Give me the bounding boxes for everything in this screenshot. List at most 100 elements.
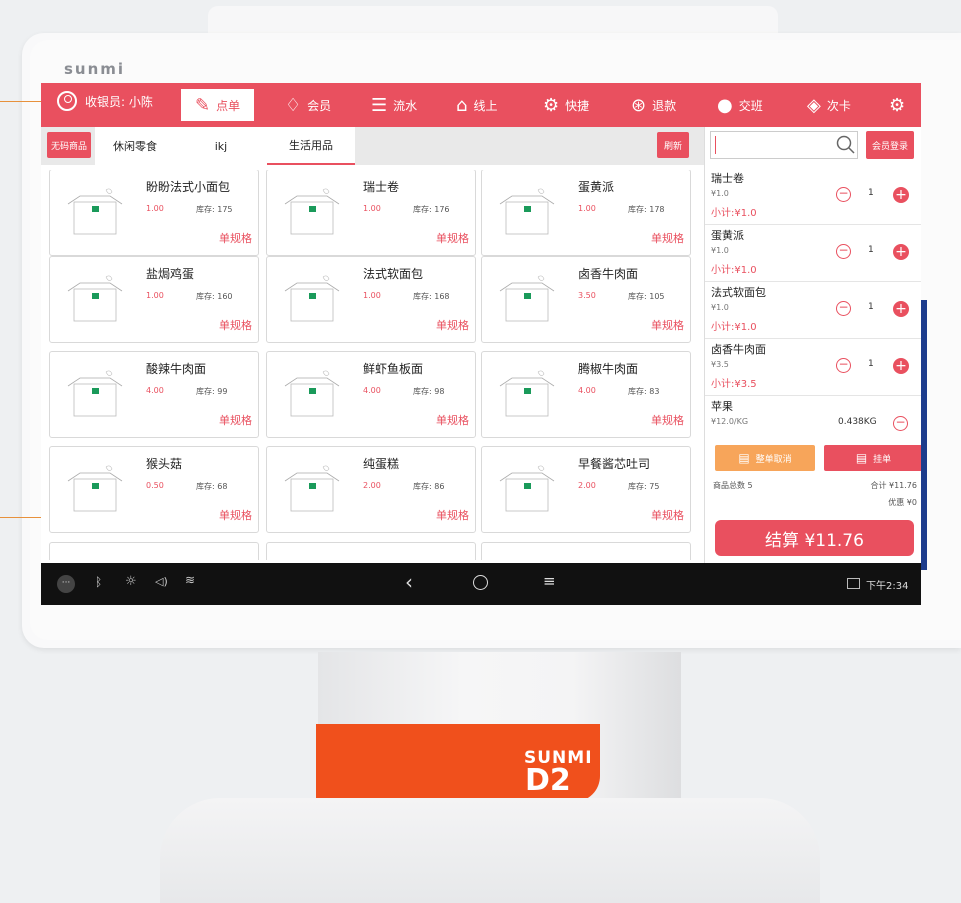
nav-card[interactable]: ◈ 次卡 — [807, 83, 851, 127]
product-image-placeholder — [284, 370, 340, 417]
product-name: 瑞士卷 — [363, 180, 400, 194]
product-price: 4.00 — [363, 386, 381, 395]
product-card[interactable] — [481, 542, 691, 560]
nav-order-label: 点单 — [216, 98, 241, 113]
hold-order-button[interactable]: ▤ 挂单 — [824, 445, 921, 471]
bluetooth-icon[interactable]: ᛒ — [95, 575, 102, 589]
product-spec: 单规格 — [219, 509, 252, 522]
volume-icon[interactable]: ◁) — [155, 575, 168, 588]
nav-shortcut[interactable]: ⚙ 快捷 — [543, 83, 589, 127]
card-icon: ◈ — [807, 94, 821, 116]
increase-quantity-button[interactable]: + — [893, 358, 909, 374]
list-icon: ☰ — [371, 94, 388, 116]
product-price: 0.50 — [146, 481, 164, 490]
home-icon[interactable] — [473, 575, 488, 590]
product-card[interactable] — [49, 542, 259, 560]
back-icon[interactable]: ‹ — [405, 570, 413, 594]
order-item-qty: 0.438KG — [838, 417, 877, 427]
product-spec: 单规格 — [436, 509, 469, 522]
top-nav-bar: 收银员: 小陈 ✎ 点单 ♢ 会员 ☰ 流水 ⌂ 线上 ⚙ 快捷 ⊛ 退款 ● … — [41, 83, 921, 127]
product-price: 2.00 — [578, 481, 596, 490]
nav-shift[interactable]: ● 交班 — [717, 83, 763, 127]
increase-quantity-button[interactable]: + — [893, 187, 909, 203]
product-card[interactable]: 瑞士卷 1.00 库存: 176 单规格 — [266, 170, 476, 256]
product-price: 4.00 — [578, 386, 596, 395]
order-item-qty: 1 — [868, 188, 874, 198]
tab-ikj[interactable]: ikj — [175, 127, 267, 165]
refund-icon: ⊛ — [631, 94, 647, 116]
product-stock: 库存: 176 — [413, 205, 450, 214]
product-stock: 库存: 99 — [196, 387, 228, 396]
order-item[interactable]: 苹果 ¥12.0/KG 0.438KG − — [705, 395, 921, 435]
wifi-icon[interactable]: ≋ — [185, 573, 195, 587]
product-card[interactable]: 酸辣牛肉面 4.00 库存: 99 单规格 — [49, 351, 259, 438]
stand-logo-model: D2 — [525, 763, 571, 798]
product-price: 4.00 — [146, 386, 164, 395]
product-card[interactable]: 鲜虾鱼板面 4.00 库存: 98 单规格 — [266, 351, 476, 438]
decrease-quantity-button[interactable]: − — [836, 187, 851, 202]
order-item-price: ¥1.0 — [711, 303, 729, 312]
nav-card-label: 次卡 — [826, 98, 851, 113]
clock: 下午2:34 — [866, 581, 909, 592]
tab-daily-goods[interactable]: 生活用品 — [267, 127, 355, 165]
order-item-subtotal: 小计:¥1.0 — [711, 322, 757, 333]
recent-apps-icon[interactable]: ≡ — [543, 572, 556, 590]
product-card[interactable]: 腾椒牛肉面 4.00 库存: 83 单规格 — [481, 351, 691, 438]
nav-shift-label: 交班 — [738, 98, 763, 113]
increase-quantity-button[interactable]: + — [893, 244, 909, 260]
order-item-qty: 1 — [868, 245, 874, 255]
product-card[interactable]: 猴头菇 0.50 库存: 68 单规格 — [49, 446, 259, 533]
order-item[interactable]: 瑞士卷 ¥1.0 小计:¥1.0 − 1 + — [705, 167, 921, 225]
order-item[interactable]: 蛋黄派 ¥1.0 小计:¥1.0 − 1 + — [705, 224, 921, 282]
order-item[interactable]: 卤香牛肉面 ¥3.5 小计:¥3.5 − 1 + — [705, 338, 921, 396]
checkout-button[interactable]: 结算 ¥11.76 — [715, 520, 914, 556]
nav-online[interactable]: ⌂ 线上 — [456, 83, 497, 127]
product-name: 腾椒牛肉面 — [578, 362, 639, 376]
nav-order[interactable]: ✎ 点单 — [181, 89, 255, 121]
order-item-price: ¥1.0 — [711, 189, 729, 198]
more-icon[interactable]: ··· — [57, 575, 75, 593]
order-item[interactable]: 法式软面包 ¥1.0 小计:¥1.0 − 1 + — [705, 281, 921, 339]
product-image-placeholder — [284, 275, 340, 322]
nav-member[interactable]: ♢ 会员 — [285, 83, 331, 127]
member-login-button[interactable]: 会员登录 — [866, 131, 914, 159]
product-image-placeholder — [284, 188, 340, 235]
product-card[interactable]: 早餐酱芯吐司 2.00 库存: 75 单规格 — [481, 446, 691, 533]
cancel-order-button[interactable]: ▤ 整单取消 — [715, 445, 815, 471]
shift-icon: ● — [717, 94, 733, 116]
product-card[interactable]: 法式软面包 1.00 库存: 168 单规格 — [266, 256, 476, 343]
tab-snacks[interactable]: 休闲零食 — [95, 127, 175, 165]
increase-quantity-button[interactable]: + — [893, 301, 909, 317]
decrease-quantity-button[interactable]: − — [836, 301, 851, 316]
product-name: 早餐酱芯吐司 — [578, 457, 651, 471]
order-item-name: 卤香牛肉面 — [711, 343, 766, 356]
product-stock: 库存: 168 — [413, 292, 450, 301]
nav-refund[interactable]: ⊛ 退款 — [631, 83, 676, 127]
product-card[interactable]: 纯蛋糕 2.00 库存: 86 单规格 — [266, 446, 476, 533]
decrease-quantity-button[interactable]: − — [893, 416, 908, 431]
search-input[interactable] — [710, 131, 858, 159]
decrease-quantity-button[interactable]: − — [836, 358, 851, 373]
cancel-icon: ▤ — [738, 451, 750, 465]
nav-shortcut-label: 快捷 — [565, 98, 590, 113]
refresh-button[interactable]: 刷新 — [657, 132, 689, 158]
product-card[interactable] — [266, 542, 476, 560]
order-item-price: ¥12.0/KG — [711, 417, 749, 426]
settings-button[interactable]: ⚙ — [889, 83, 911, 127]
product-card[interactable]: 盐焗鸡蛋 1.00 库存: 160 单规格 — [49, 256, 259, 343]
product-card[interactable]: 盼盼法式小面包 1.00 库存: 175 单规格 — [49, 170, 259, 256]
no-code-item-button[interactable]: 无码商品 — [47, 132, 91, 158]
cashier-info[interactable]: 收银员: 小陈 — [57, 91, 153, 111]
nav-records[interactable]: ☰ 流水 — [371, 83, 417, 127]
product-card[interactable]: 蛋黄派 1.00 库存: 178 单规格 — [481, 170, 691, 256]
gear-icon: ⚙ — [889, 94, 906, 116]
product-stock: 库存: 68 — [196, 482, 228, 491]
product-card[interactable]: 卤香牛肉面 3.50 库存: 105 单规格 — [481, 256, 691, 343]
brightness-icon[interactable]: ☼ — [125, 574, 137, 589]
cancel-order-label: 整单取消 — [755, 454, 792, 465]
product-stock: 库存: 160 — [196, 292, 233, 301]
product-spec: 单规格 — [219, 319, 252, 332]
product-image-placeholder — [499, 370, 555, 417]
decrease-quantity-button[interactable]: − — [836, 244, 851, 259]
cashier-label: 收银员: 小陈 — [85, 94, 153, 109]
